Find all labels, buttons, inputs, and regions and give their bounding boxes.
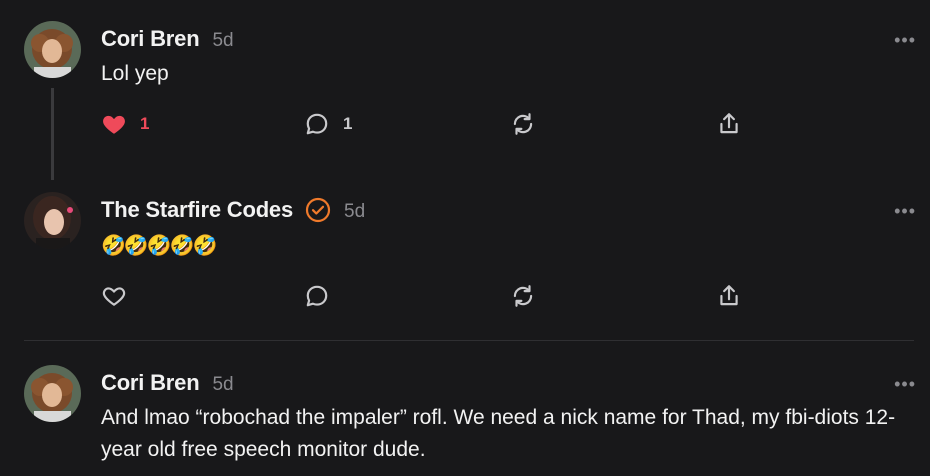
post-2: The Starfire Codes 5d ••• 🤣🤣🤣🤣🤣 <box>0 180 930 340</box>
post-header: Cori Bren 5d <box>101 370 234 396</box>
like-count: 1 <box>140 114 150 133</box>
repost-button[interactable] <box>510 109 536 139</box>
more-options-button[interactable]: ••• <box>894 31 916 49</box>
more-options-button[interactable]: ••• <box>894 375 916 393</box>
post-header: Cori Bren 5d <box>101 26 234 52</box>
author-name[interactable]: The Starfire Codes <box>101 197 293 223</box>
comment-icon <box>306 113 328 135</box>
post-1: Cori Bren 5d ••• Lol yep 1 1 <box>0 0 930 190</box>
post-3: Cori Bren 5d ••• And lmao “robochad the … <box>0 341 930 476</box>
post-text: Lol yep <box>101 62 169 85</box>
reply-button[interactable]: 1 <box>304 109 352 139</box>
action-bar: 1 1 <box>101 109 801 139</box>
author-name[interactable]: Cori Bren <box>101 26 200 52</box>
post-header: The Starfire Codes 5d <box>101 197 365 223</box>
share-icon <box>720 113 738 134</box>
share-icon <box>720 285 738 306</box>
share-button[interactable] <box>716 109 742 139</box>
repost-button[interactable] <box>510 281 536 311</box>
heart-outline-icon <box>102 287 126 306</box>
reply-button[interactable] <box>304 281 330 311</box>
avatar[interactable] <box>24 192 81 249</box>
author-name[interactable]: Cori Bren <box>101 370 200 396</box>
more-options-button[interactable]: ••• <box>894 202 916 220</box>
avatar[interactable] <box>24 365 81 422</box>
thread-line <box>51 88 54 180</box>
heart-filled-icon <box>103 115 125 134</box>
repost-icon <box>513 113 533 135</box>
post-text: And lmao “robochad the impaler” rofl. We… <box>101 406 896 461</box>
timestamp[interactable]: 5d <box>344 201 365 223</box>
timestamp[interactable]: 5d <box>212 374 233 396</box>
reply-count: 1 <box>343 114 353 133</box>
share-button[interactable] <box>716 281 742 311</box>
verified-badge-icon <box>305 197 331 223</box>
post-text: 🤣🤣🤣🤣🤣 <box>101 235 218 257</box>
timestamp[interactable]: 5d <box>212 30 233 52</box>
avatar[interactable] <box>24 21 81 78</box>
like-button[interactable] <box>101 281 127 311</box>
repost-icon <box>513 285 533 307</box>
comment-icon <box>306 285 328 307</box>
action-bar <box>101 281 801 311</box>
like-button[interactable]: 1 <box>101 109 149 139</box>
